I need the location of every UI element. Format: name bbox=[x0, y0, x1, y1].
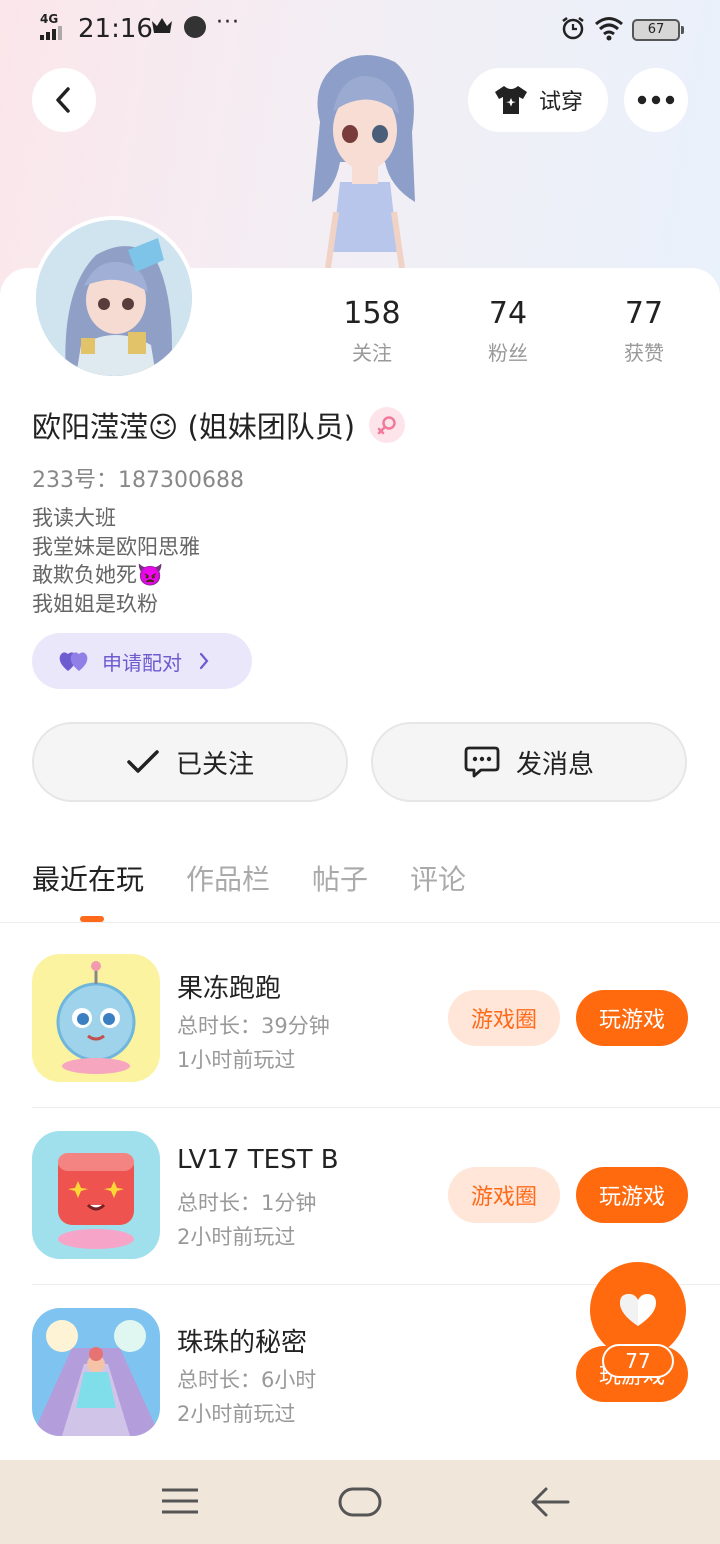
network-type: 4G bbox=[40, 12, 59, 26]
game-icon bbox=[32, 1308, 160, 1436]
try-on-label: 试穿 bbox=[538, 90, 583, 115]
bio: 我读大班 我堂妹是欧阳思雅 敢欺负她死👿 我姐姐是玖粉 bbox=[32, 504, 200, 618]
back-button[interactable] bbox=[32, 68, 96, 132]
game-title: 果冻跑跑 bbox=[177, 974, 282, 1004]
soundwave-icon bbox=[184, 16, 206, 38]
status-bar: 4G 21:16 ··· 67 bbox=[0, 0, 720, 56]
following-stat[interactable]: 158 关注 bbox=[312, 296, 432, 366]
alarm-icon bbox=[562, 17, 584, 40]
play-game-button[interactable]: 玩游戏 bbox=[576, 1167, 688, 1223]
followers-label: 粉丝 bbox=[488, 341, 528, 365]
like-count-badge: 77 bbox=[602, 1344, 674, 1378]
user-id: 233号：187300688 bbox=[32, 468, 244, 493]
game-list-item[interactable]: 果冻跑跑 总时长：39分钟 1小时前玩过 游戏圈 玩游戏 bbox=[0, 954, 720, 1131]
bio-line: 我姐姐是玖粉 bbox=[32, 591, 158, 616]
following-button[interactable]: 已关注 bbox=[32, 722, 348, 802]
game-last-played: 2小时前玩过 bbox=[177, 1402, 296, 1426]
game-playtime: 总时长：39分钟 bbox=[177, 1014, 330, 1038]
profile-tabs: 最近在玩 作品栏 帖子 评论 bbox=[32, 858, 508, 898]
signal-icon bbox=[40, 26, 70, 40]
tab-works[interactable]: 作品栏 bbox=[186, 858, 270, 898]
send-message-label: 发消息 bbox=[515, 749, 594, 780]
following-label: 关注 bbox=[352, 341, 392, 365]
bio-line: 我读大班 bbox=[32, 506, 116, 530]
back-arrow-icon[interactable] bbox=[530, 1486, 570, 1518]
game-title: 珠珠的秘密 bbox=[177, 1328, 308, 1358]
heart-icon bbox=[620, 1294, 656, 1326]
chevron-left-icon bbox=[56, 87, 70, 113]
request-pair-button[interactable]: 申请配对 bbox=[32, 633, 252, 689]
row-divider bbox=[32, 1107, 720, 1108]
check-icon bbox=[127, 750, 159, 773]
user-name: 欧阳滢滢😉 (姐妹团队员) bbox=[32, 410, 356, 444]
followers-stat[interactable]: 74 粉丝 bbox=[448, 296, 568, 366]
game-last-played: 1小时前玩过 bbox=[177, 1048, 296, 1072]
bio-line: 敢欺负她死👿 bbox=[32, 563, 164, 587]
menu-icon[interactable] bbox=[160, 1486, 200, 1516]
system-navigation-bar bbox=[0, 1460, 720, 1544]
likes-label: 获赞 bbox=[624, 341, 664, 365]
home-icon[interactable] bbox=[338, 1486, 382, 1518]
clock: 21:16 bbox=[78, 14, 153, 44]
tab-recently-played[interactable]: 最近在玩 bbox=[32, 858, 144, 898]
tab-posts[interactable]: 帖子 bbox=[312, 858, 368, 898]
double-heart-icon bbox=[59, 652, 88, 671]
game-circle-button[interactable]: 游戏圈 bbox=[448, 1167, 560, 1223]
likes-stat[interactable]: 77 获赞 bbox=[584, 296, 704, 366]
name-row: 欧阳滢滢😉 (姐妹团队员) bbox=[32, 404, 406, 446]
female-icon bbox=[369, 407, 406, 443]
more-dots-icon bbox=[637, 95, 675, 105]
bio-line: 我堂妹是欧阳思雅 bbox=[32, 534, 200, 559]
game-playtime: 总时长：1分钟 bbox=[177, 1191, 317, 1215]
likes-count: 77 bbox=[624, 296, 664, 331]
following-count: 158 bbox=[343, 296, 401, 331]
wifi-icon bbox=[595, 17, 623, 41]
try-on-button[interactable]: 试穿 bbox=[468, 68, 608, 132]
game-icon bbox=[32, 1131, 160, 1259]
shirt-icon bbox=[494, 86, 527, 114]
avatar-portrait bbox=[36, 220, 192, 376]
following-button-label: 已关注 bbox=[175, 749, 254, 780]
game-title: LV17 TEST B bbox=[177, 1145, 339, 1175]
play-game-button[interactable]: 玩游戏 bbox=[576, 990, 688, 1046]
followers-count: 74 bbox=[488, 296, 528, 331]
avatar-3d-figure bbox=[312, 55, 415, 268]
send-message-button[interactable]: 发消息 bbox=[371, 722, 687, 802]
chat-bubble-icon bbox=[464, 746, 500, 778]
game-playtime: 总时长：6小时 bbox=[177, 1368, 317, 1392]
tab-comments[interactable]: 评论 bbox=[410, 858, 466, 898]
game-circle-button[interactable]: 游戏圈 bbox=[448, 990, 560, 1046]
game-last-played: 2小时前玩过 bbox=[177, 1225, 296, 1249]
battery-indicator: 67 bbox=[632, 19, 684, 41]
more-notifications-icon: ··· bbox=[216, 10, 240, 35]
tabs-divider bbox=[0, 922, 720, 923]
avatar[interactable] bbox=[32, 216, 196, 380]
game-icon bbox=[32, 954, 160, 1082]
chevron-right-icon bbox=[199, 652, 209, 670]
more-options-button[interactable] bbox=[624, 68, 688, 132]
crown-icon bbox=[152, 18, 172, 33]
request-pair-label: 申请配对 bbox=[102, 650, 182, 675]
